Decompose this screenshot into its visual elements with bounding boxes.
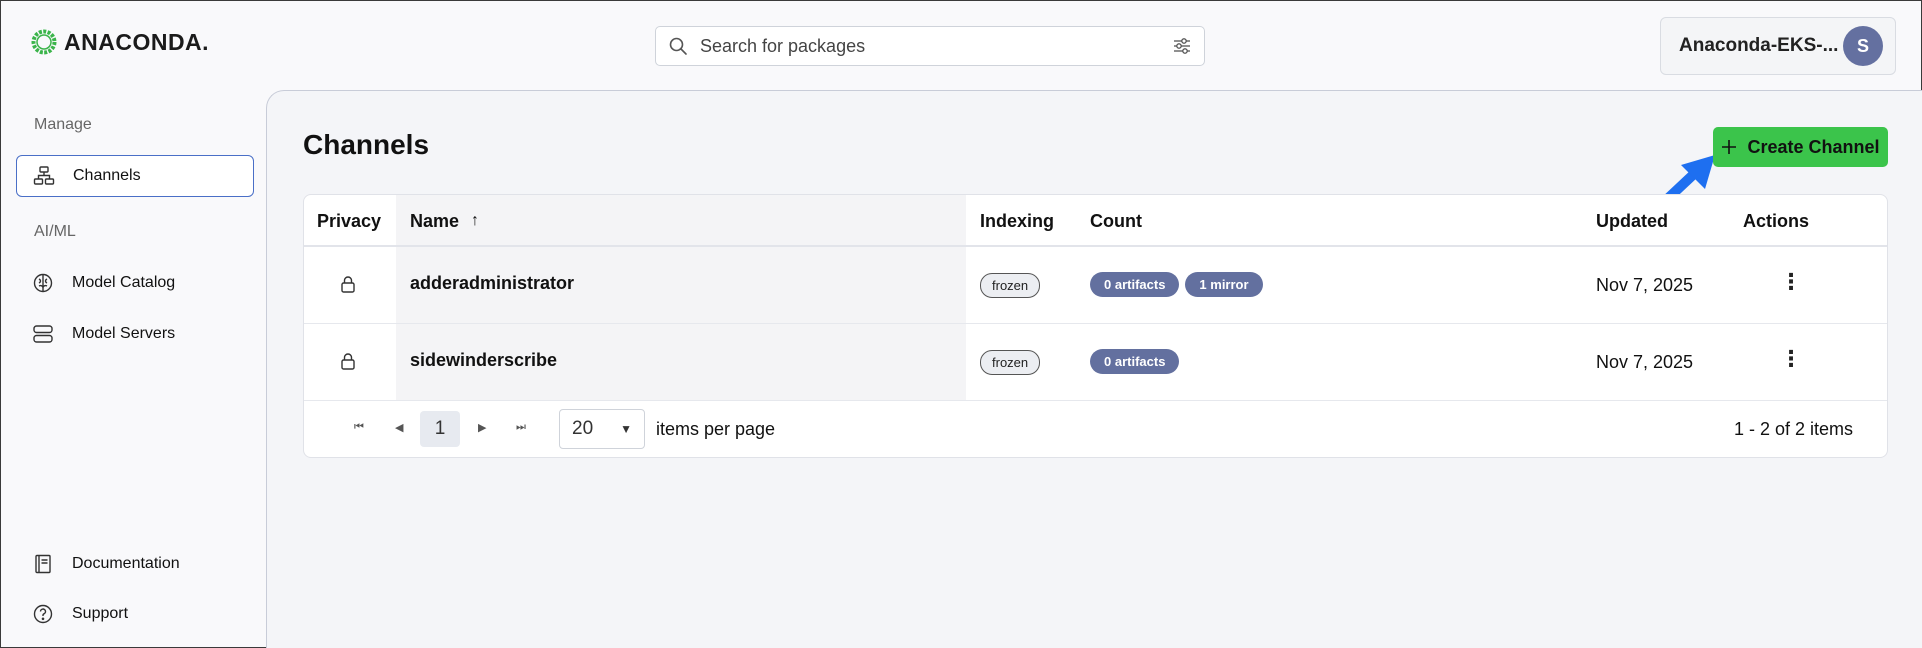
column-header-name-label: Name [410,210,460,231]
lock-icon [340,352,356,370]
avatar: S [1843,26,1883,66]
page-title: Channels [303,129,430,160]
lock-icon [340,275,356,293]
search-icon [669,37,687,55]
channels-icon [33,166,55,185]
frozen-badge: frozen [980,350,1041,375]
anaconda-ring-icon [31,29,57,55]
book-icon [35,554,51,574]
column-header-indexing[interactable]: Indexing [980,195,1054,247]
sidebar-item-support[interactable]: Support [16,593,254,635]
row-actions-kebab-icon[interactable]: ⋮ [1780,346,1802,372]
plus-icon [1722,140,1737,154]
indexing-badge: frozen [980,273,1041,298]
sidebar-item-label: Support [72,605,129,622]
items-per-page-label: items per page [656,419,776,439]
sidebar-item-label: Model Servers [72,325,176,342]
sidebar-item-label: Documentation [72,555,180,572]
channel-name[interactable]: adderadministrator [410,273,574,294]
chevron-down-icon: ▼ [620,422,632,436]
previous-page-icon[interactable]: ◀ [395,421,403,434]
table-row[interactable]: adderadministrator frozen 0 artifacts 1 … [304,247,1887,324]
column-header-updated[interactable]: Updated [1596,195,1668,247]
column-header-privacy[interactable]: Privacy [317,195,381,247]
create-channel-label: Create Channel [1747,136,1880,157]
indexing-badge: frozen [980,350,1041,375]
account-menu[interactable]: Anaconda-EKS-... S [1660,17,1896,75]
brain-icon [33,273,53,293]
table-header: Privacy Name ↑ Indexing Count Updated Ac… [304,195,1887,247]
anaconda-logo[interactable]: ANACONDA. [30,28,209,56]
sidebar-section-aiml: AI/ML [34,223,76,240]
pagination: ⏮ ◀ 1 ▶ ⏭ 20 ▼ items per page 1 - 2 of 2… [304,401,1887,457]
row-actions-kebab-icon[interactable]: ⋮ [1780,269,1802,295]
search-input[interactable] [700,35,1172,57]
app-window: ANACONDA. Anaconda-EKS-... S Manage [0,0,1922,648]
search-box[interactable] [655,26,1205,66]
page-size-select[interactable]: 20 ▼ [559,409,645,449]
next-page-icon[interactable]: ▶ [478,421,486,434]
first-page-icon[interactable]: ⏮ [354,421,364,434]
column-header-name[interactable]: Name ↑ [410,195,479,247]
count-badges: 0 artifacts [1090,349,1185,374]
last-page-icon[interactable]: ⏭ [516,421,526,434]
column-header-actions: Actions [1743,210,1810,231]
updated-date: Nov 7, 2025 [1596,352,1694,372]
filter-sliders-icon[interactable] [1172,36,1192,56]
sidebar-item-label: Model Catalog [72,274,176,291]
sidebar-section-manage: Manage [34,116,92,133]
artifacts-pill: 0 artifacts [1090,272,1180,297]
mirror-pill: 1 mirror [1185,272,1263,297]
frozen-badge: frozen [980,273,1041,298]
sidebar-item-documentation[interactable]: Documentation [16,543,254,585]
help-icon [33,604,53,624]
current-page[interactable]: 1 [420,411,460,447]
table-row[interactable]: sidewinderscribe frozen 0 artifacts Nov … [304,324,1887,401]
main-panel: Channels Create Channel Privacy Name ↑ I… [266,90,1922,648]
column-header-count[interactable]: Count [1090,195,1142,247]
sidebar-item-label: Channels [73,167,141,184]
sidebar-item-model-catalog[interactable]: Model Catalog [16,262,254,304]
updated-date: Nov 7, 2025 [1596,275,1694,295]
count-badges: 0 artifacts 1 mirror [1090,272,1269,297]
logo-text: ANACONDA. [64,28,210,55]
artifacts-pill: 0 artifacts [1090,349,1180,374]
channel-name[interactable]: sidewinderscribe [410,350,557,371]
page-size-value: 20 [572,418,594,439]
create-channel-button[interactable]: Create Channel [1713,127,1888,167]
channels-table: Privacy Name ↑ Indexing Count Updated Ac… [303,194,1888,458]
account-name: Anaconda-EKS-... [1679,35,1839,56]
sidebar: Manage Channels AI/ML Model Catalog Mode… [2,91,266,647]
sidebar-item-model-servers[interactable]: Model Servers [16,313,254,355]
pagination-range: 1 - 2 of 2 items [1733,419,1853,439]
sidebar-item-channels[interactable]: Channels [16,155,254,197]
sort-ascending-icon: ↑ [471,212,480,229]
server-icon [33,325,53,343]
